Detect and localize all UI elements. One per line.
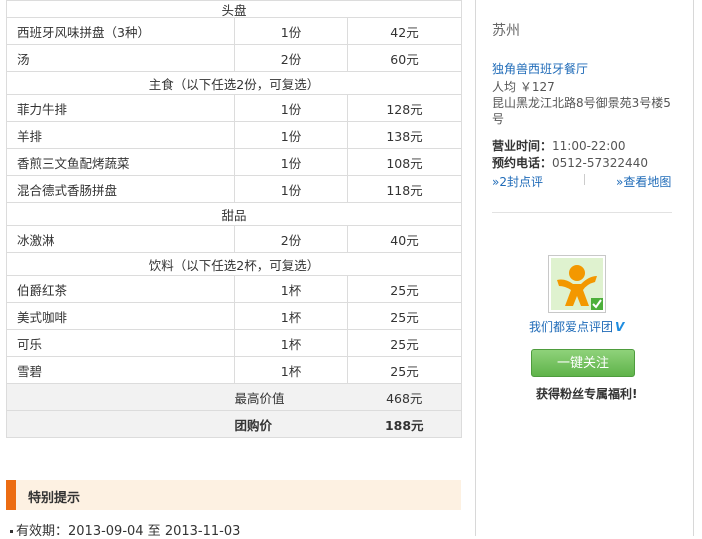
menu-item-quantity: 1份	[234, 148, 348, 176]
menu-item-quantity: 1份	[234, 121, 348, 149]
menu-section-title: 饮料（以下任选2杯，可复选）	[6, 252, 462, 276]
sidebar-divider	[492, 212, 672, 213]
max-value-label-cell: 最高价值	[234, 383, 348, 411]
menu-item-row: 汤 2份 60元	[6, 44, 462, 72]
view-map-link[interactable]: »查看地图	[616, 173, 671, 190]
max-value-value: 468元	[347, 383, 462, 411]
menu-section-title: 头盘	[6, 0, 462, 18]
group-price-row: 团购价 188元	[6, 410, 462, 438]
menu-item-quantity: 2份	[234, 225, 348, 253]
menu-item-row: 菲力牛排 1份 128元	[6, 94, 462, 122]
menu-item-name: 西班牙风味拼盘（3种）	[6, 17, 235, 45]
group-avatar[interactable]	[548, 255, 606, 313]
menu-item-row: 香煎三文鱼配烤蔬菜 1份 108元	[6, 148, 462, 176]
menu-item-name: 羊排	[6, 121, 235, 149]
group-price-label: 团购价	[234, 417, 273, 433]
shop-sidebar: 苏州 独角兽西班牙餐厅 人均 ￥127 昆山黑龙江北路8号御景苑3号楼5号 营业…	[475, 0, 694, 536]
menu-item-name: 可乐	[6, 329, 235, 357]
menu-item-price: 25元	[347, 356, 462, 384]
menu-section-title: 主食（以下任选2份，可复选）	[6, 71, 462, 95]
menu-item-quantity: 1杯	[234, 329, 348, 357]
summary-spacer	[6, 383, 235, 411]
menu-section-row: 主食（以下任选2份，可复选）	[6, 71, 462, 95]
deal-menu: 头盘 西班牙风味拼盘（3种） 1份 42元汤 2份 60元 主食（以下任选2份，可复选） 菲力…	[6, 0, 462, 438]
link-separator	[584, 174, 585, 185]
hours-label: 营业时间：	[492, 139, 553, 153]
menu-section-title: 甜品	[6, 202, 462, 226]
menu-item-quantity: 1杯	[234, 302, 348, 330]
menu-item-name: 伯爵红茶	[6, 275, 235, 303]
tips-accent-bar	[6, 480, 16, 510]
fan-perk-text: 获得粉丝专属福利!	[536, 387, 638, 401]
menu-item-row: 羊排 1份 138元	[6, 121, 462, 149]
menu-item-name: 汤	[6, 44, 235, 72]
menu-item-quantity: 1份	[234, 94, 348, 122]
menu-item-quantity: 2份	[234, 44, 348, 72]
menu-item-price: 25元	[347, 302, 462, 330]
menu-item-name: 菲力牛排	[6, 94, 235, 122]
avatar-background	[551, 258, 603, 310]
menu-item-quantity: 1份	[234, 17, 348, 45]
reviews-link[interactable]: »2封点评	[492, 175, 543, 189]
menu-item-price: 128元	[347, 94, 462, 122]
phone-value: 0512-57322440	[552, 156, 648, 170]
menu-section-row: 甜品	[6, 202, 462, 226]
menu-item-row: 伯爵红茶 1杯 25元	[6, 275, 462, 303]
mascot-icon	[557, 265, 603, 310]
average-price: 人均 ￥127	[492, 80, 555, 94]
menu-item-row: 美式咖啡 1杯 25元	[6, 302, 462, 330]
menu-item-price: 42元	[347, 17, 462, 45]
reservation-phone: 预约电话：0512-57322440	[492, 154, 648, 171]
max-value-row: 最高价值 468元	[6, 383, 462, 411]
menu-item-price: 108元	[347, 148, 462, 176]
menu-item-price: 60元	[347, 44, 462, 72]
shop-links: »2封点评 »查看地图	[492, 173, 674, 190]
group-name-link[interactable]: 我们都爱点评团 V	[529, 318, 624, 335]
menu-item-row: 混合德式香肠拼盘 1份 118元	[6, 175, 462, 203]
phone-label: 预约电话：	[492, 156, 553, 170]
menu-item-quantity: 1杯	[234, 356, 348, 384]
special-tips-header: 特别提示	[6, 480, 461, 510]
menu-item-name: 混合德式香肠拼盘	[6, 175, 235, 203]
menu-item-price: 25元	[347, 275, 462, 303]
menu-item-row: 西班牙风味拼盘（3种） 1份 42元	[6, 17, 462, 45]
menu-item-price: 25元	[347, 329, 462, 357]
verified-v-icon: V	[615, 320, 625, 334]
group-price-value: 188元	[347, 410, 462, 438]
menu-item-name: 美式咖啡	[6, 302, 235, 330]
menu-item-quantity: 1杯	[234, 275, 348, 303]
menu-section-row: 饮料（以下任选2杯，可复选）	[6, 252, 462, 276]
validity-text: 有效期：2013-09-04 至 2013-11-03	[16, 524, 241, 539]
summary-spacer	[6, 410, 235, 438]
menu-item-price: 40元	[347, 225, 462, 253]
business-hours: 营业时间：11:00-22:00	[492, 137, 626, 154]
menu-table: 头盘 西班牙风味拼盘（3种） 1份 42元汤 2份 60元 主食（以下任选2份，可复选） 菲力…	[6, 0, 462, 438]
validity-line: 有效期：2013-09-04 至 2013-11-03	[10, 520, 240, 539]
menu-item-name: 香煎三文鱼配烤蔬菜	[6, 148, 235, 176]
menu-item-quantity: 1份	[234, 175, 348, 203]
group-name-text: 我们都爱点评团	[529, 320, 614, 334]
menu-item-name: 雪碧	[6, 356, 235, 384]
follow-button[interactable]: 一键关注	[531, 349, 635, 377]
hours-value: 11:00-22:00	[552, 139, 626, 153]
shop-address: 昆山黑龙江北路8号御景苑3号楼5号	[492, 96, 671, 126]
menu-item-name: 冰激淋	[6, 225, 235, 253]
bullet-icon	[10, 530, 13, 533]
menu-item-row: 可乐 1杯 25元	[6, 329, 462, 357]
max-value-label: 最高价值	[234, 390, 285, 406]
city-name: 苏州	[492, 23, 520, 39]
menu-item-price: 118元	[347, 175, 462, 203]
group-price-label-cell: 团购价	[234, 410, 348, 438]
menu-item-price: 138元	[347, 121, 462, 149]
shop-name-link[interactable]: 独角兽西班牙餐厅	[492, 60, 588, 77]
tips-title: 特别提示	[28, 491, 81, 506]
menu-item-row: 冰激淋 2份 40元	[6, 225, 462, 253]
menu-item-row: 雪碧 1杯 25元	[6, 356, 462, 384]
menu-section-row: 头盘	[6, 0, 462, 18]
